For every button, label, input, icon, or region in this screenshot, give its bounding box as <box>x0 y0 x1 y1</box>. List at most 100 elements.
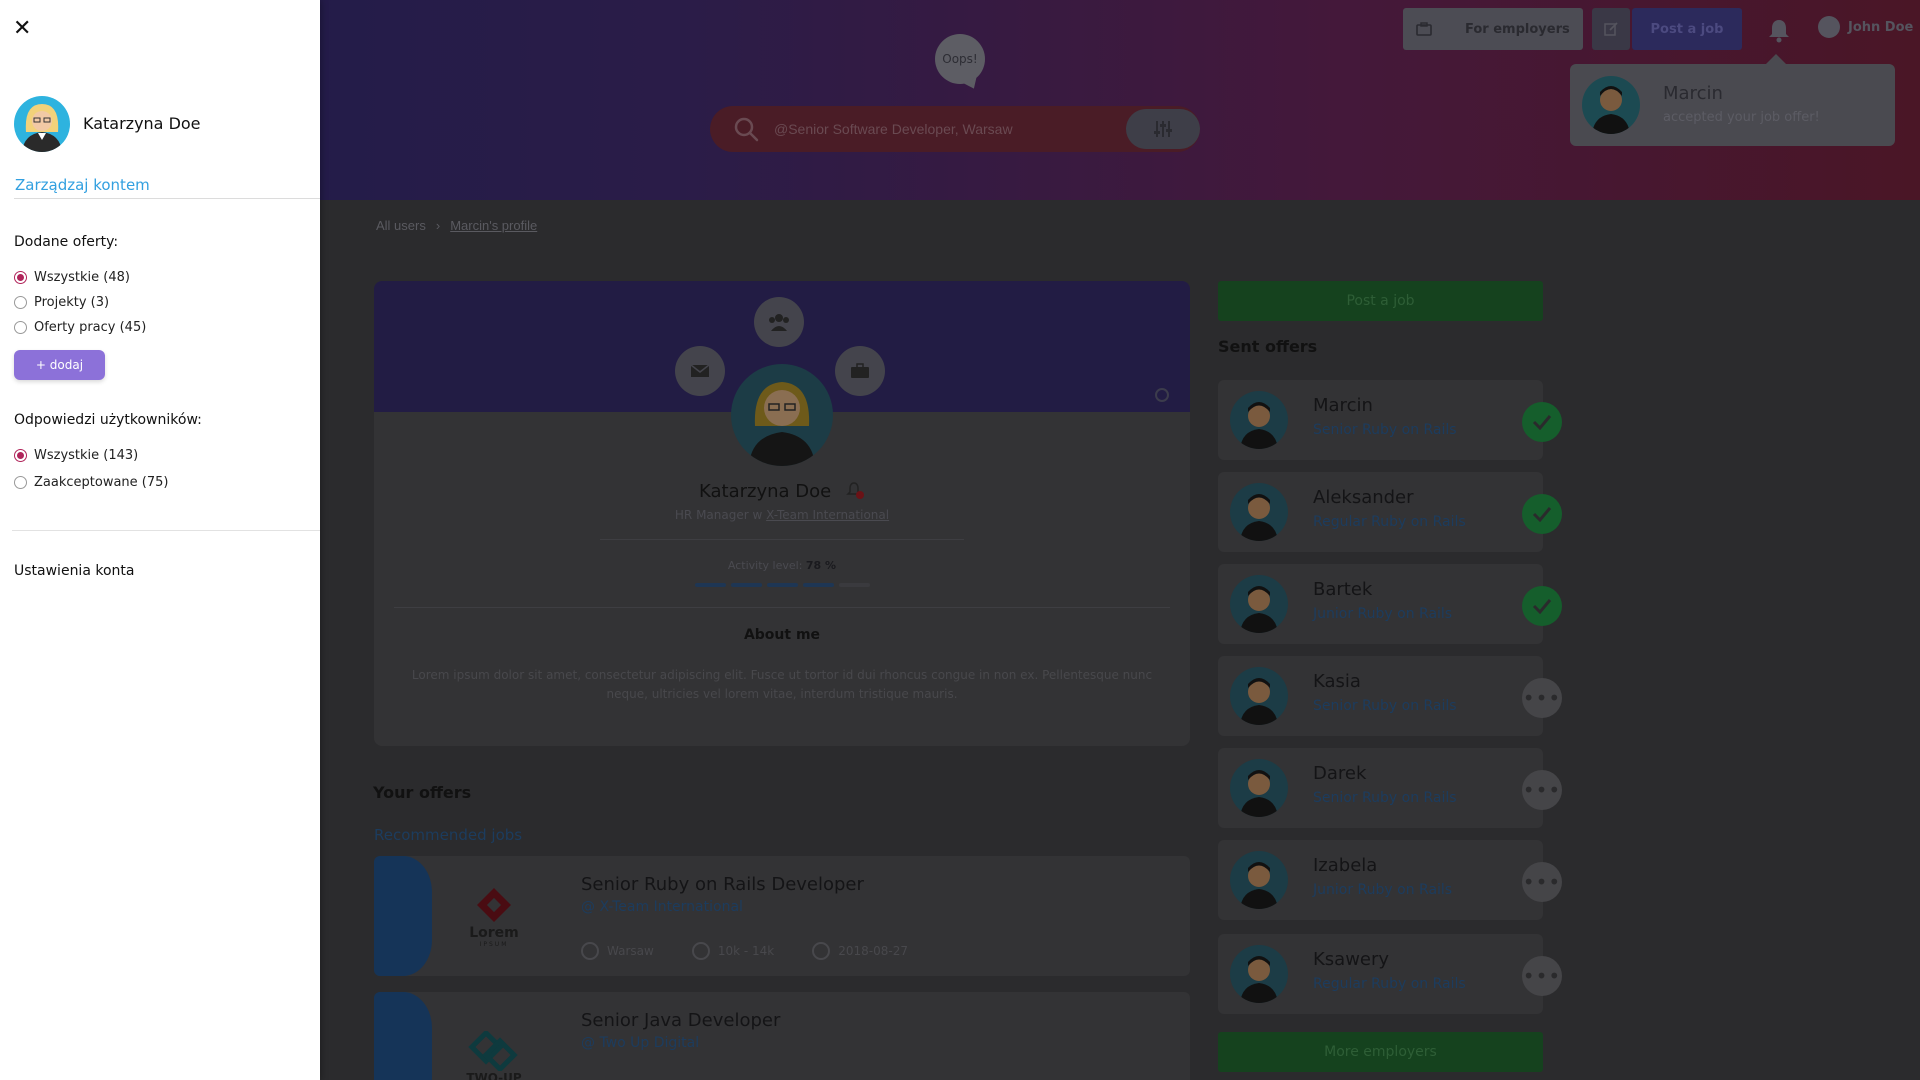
company-logo-text: Lorem <box>469 924 519 941</box>
filter-label: Projekty (3) <box>34 295 110 310</box>
breadcrumb-current[interactable]: Marcin's profile <box>450 218 537 233</box>
bell-icon[interactable] <box>1765 16 1793 44</box>
filter-responses-all[interactable]: Wszystkie (143) <box>14 448 138 463</box>
offer-avatar <box>1230 759 1288 817</box>
company-logo-subtext: IPSUM <box>479 940 509 948</box>
filter-label: Zaakceptowane (75) <box>34 475 169 490</box>
activity-bar-segment <box>839 583 870 587</box>
activity-value: 78 % <box>805 559 837 572</box>
filter-offers-all[interactable]: Wszystkie (48) <box>14 270 130 285</box>
job-city: Warsaw <box>581 942 654 960</box>
sent-offer-card[interactable]: Bartek Junior Ruby on Rails <box>1218 564 1562 644</box>
activity-bars <box>695 583 870 587</box>
check-icon <box>1522 402 1562 442</box>
offer-name[interactable]: Izabela <box>1313 855 1377 876</box>
briefcase-icon <box>1403 22 1445 36</box>
company-logo: Lorem IPSUM <box>454 876 534 956</box>
radio-button[interactable] <box>14 476 27 489</box>
more-employers-button[interactable]: More employers <box>1218 1032 1543 1072</box>
radio-button[interactable] <box>14 296 27 309</box>
sent-offer-card[interactable]: Aleksander Regular Ruby on Rails <box>1218 472 1562 552</box>
sent-offer-card[interactable]: Darek Senior Ruby on Rails ••• <box>1218 748 1562 828</box>
briefcase-icon[interactable] <box>835 346 885 396</box>
more-icon[interactable]: ••• <box>1522 678 1562 718</box>
profile-role-text: HR Manager w <box>674 508 767 522</box>
radio-button[interactable] <box>14 271 27 284</box>
filter-label: Wszystkie (143) <box>34 448 139 463</box>
company-logo: TWO-UP <box>454 1018 534 1080</box>
offer-avatar <box>1230 667 1288 725</box>
offer-role: Regular Ruby on Rails <box>1313 976 1466 992</box>
location-icon <box>581 942 599 960</box>
job-card[interactable]: TWO-UP Senior Java Developer @ Two Up Di… <box>374 992 1190 1080</box>
job-company[interactable]: @ Two Up Digital <box>581 1035 699 1051</box>
post-job-top-button[interactable]: Post a job <box>1632 8 1742 50</box>
edit-icon[interactable] <box>1592 8 1630 50</box>
profile-company-link[interactable]: X-Team International <box>766 508 889 522</box>
job-stripe <box>374 856 432 976</box>
notification-avatar <box>1582 76 1640 134</box>
offer-avatar <box>1230 391 1288 449</box>
more-icon[interactable]: ••• <box>1522 862 1562 902</box>
sent-offer-card[interactable]: Izabela Junior Ruby on Rails ••• <box>1218 840 1562 920</box>
check-icon <box>1522 586 1562 626</box>
bell-alert-icon[interactable] <box>845 480 865 500</box>
offer-name[interactable]: Bartek <box>1313 579 1372 600</box>
activity-bar-segment <box>695 583 726 587</box>
filter-responses-accepted[interactable]: Zaakceptowane (75) <box>14 475 168 490</box>
sent-offer-card[interactable]: Kasia Senior Ruby on Rails ••• <box>1218 656 1562 736</box>
breadcrumb-all-users[interactable]: All users <box>376 218 426 233</box>
drawer-avatar <box>14 96 70 152</box>
drawer-user-name: Katarzyna Doe <box>83 114 201 133</box>
sent-offer-card[interactable]: Ksawery Regular Ruby on Rails ••• <box>1218 934 1562 1014</box>
job-company[interactable]: @ X-Team International <box>581 899 743 915</box>
search-bar[interactable]: @Senior Software Developer, Warsaw <box>710 106 1200 152</box>
close-icon[interactable]: ✕ <box>13 18 31 40</box>
add-offer-button[interactable]: + dodaj <box>14 350 105 380</box>
filter-offers-jobs[interactable]: Oferty pracy (45) <box>14 320 146 335</box>
search-input[interactable]: @Senior Software Developer, Warsaw <box>774 121 1013 137</box>
mail-icon[interactable] <box>675 346 725 396</box>
offer-name[interactable]: Aleksander <box>1313 487 1414 508</box>
more-icon[interactable]: ••• <box>1522 956 1562 996</box>
radio-button[interactable] <box>14 321 27 334</box>
offer-avatar <box>1230 945 1288 1003</box>
sent-offer-card[interactable]: Marcin Senior Ruby on Rails <box>1218 380 1562 460</box>
manage-account-link[interactable]: Zarządzaj kontem <box>15 176 150 194</box>
filter-offers-projects[interactable]: Projekty (3) <box>14 295 109 310</box>
recommended-jobs-link[interactable]: Recommended jobs <box>374 826 522 844</box>
filter-button[interactable] <box>1126 109 1200 149</box>
settings-circle-icon[interactable] <box>1155 388 1169 402</box>
account-drawer: ✕ Katarzyna Doe Zarządzaj kontem Dodane … <box>0 0 320 1080</box>
job-salary-text: 10k - 14k <box>717 944 775 958</box>
radio-button[interactable] <box>14 449 27 462</box>
for-employers-label: For employers <box>1465 21 1570 37</box>
notification-popup[interactable]: Marcin accepted your job offer! <box>1570 54 1895 146</box>
offer-name[interactable]: Darek <box>1313 763 1366 784</box>
post-job-button[interactable]: Post a job <box>1218 281 1543 321</box>
activity-bar-segment <box>767 583 798 587</box>
account-settings-link[interactable]: Ustawienia konta <box>14 563 134 579</box>
responses-heading: Odpowiedzi użytkowników: <box>14 412 202 428</box>
offer-name[interactable]: Marcin <box>1313 395 1373 416</box>
user-menu[interactable]: John Doe <box>1818 16 1913 38</box>
about-title: About me <box>743 627 821 643</box>
activity-bar-segment <box>731 583 762 587</box>
divider <box>12 530 320 531</box>
divider <box>394 607 1170 608</box>
notification-message: accepted your job offer! <box>1663 110 1820 125</box>
job-card[interactable]: Lorem IPSUM Senior Ruby on Rails Develop… <box>374 856 1190 976</box>
oops-bubble: Oops! <box>935 34 985 84</box>
offer-role: Senior Ruby on Rails <box>1313 422 1457 438</box>
search-icon <box>734 117 759 142</box>
offer-avatar <box>1230 575 1288 633</box>
offer-name[interactable]: Kasia <box>1313 671 1361 692</box>
for-employers-button[interactable]: For employers <box>1403 8 1583 50</box>
job-title[interactable]: Senior Ruby on Rails Developer <box>581 874 864 895</box>
about-text: Lorem ipsum dolor sit amet, consectetur … <box>411 668 1153 701</box>
users-icon[interactable] <box>754 297 804 347</box>
profile-avatar <box>731 364 833 466</box>
job-title[interactable]: Senior Java Developer <box>581 1010 780 1031</box>
offer-name[interactable]: Ksawery <box>1313 949 1389 970</box>
more-icon[interactable]: ••• <box>1522 770 1562 810</box>
